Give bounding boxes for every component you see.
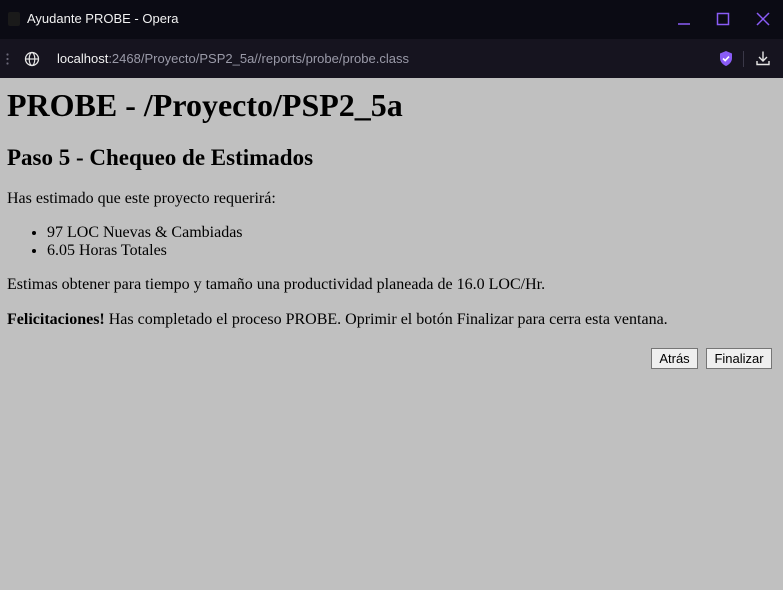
close-icon [756, 12, 770, 26]
congrats-heading: Felicitaciones! [7, 311, 105, 328]
page-title: PROBE - /Proyecto/PSP2_5a [7, 87, 403, 123]
productivity-text: Estimas obtener para tiempo y tamaño una… [7, 276, 546, 293]
maximize-button[interactable] [708, 6, 738, 32]
step-title: Paso 5 - Chequeo de Estimados [7, 145, 314, 170]
window-title: Ayudante PROBE - Opera [27, 11, 179, 26]
toolbar-divider [743, 51, 744, 67]
url-host: localhost [57, 51, 109, 66]
browser-window: Ayudante PROBE - Opera localhost:2468/Pr… [0, 0, 783, 590]
app-icon [8, 12, 20, 26]
globe-icon[interactable] [24, 51, 40, 67]
url-path: :2468/Proyecto/PSP2_5a//reports/probe/pr… [108, 51, 409, 66]
address-bar: localhost:2468/Proyecto/PSP2_5a//reports… [0, 39, 783, 78]
list-item: 97 LOC Nuevas & Cambiadas [47, 224, 243, 242]
maximize-icon [716, 12, 730, 26]
estimates-list: 97 LOC Nuevas & Cambiadas 6.05 Horas Tot… [7, 224, 243, 260]
congrats-text: Has completado el proceso PROBE. Oprimir… [104, 311, 668, 328]
list-item: 6.05 Horas Totales [47, 242, 243, 260]
minimize-button[interactable] [669, 6, 699, 32]
title-bar[interactable]: Ayudante PROBE - Opera [0, 0, 783, 39]
close-button[interactable] [748, 6, 778, 32]
minimize-icon [678, 23, 690, 25]
drag-handle-icon[interactable] [6, 53, 9, 65]
congrats-paragraph: Felicitaciones! Has completado el proces… [7, 311, 668, 329]
url-field[interactable]: localhost:2468/Proyecto/PSP2_5a//reports… [57, 51, 409, 66]
back-button[interactable]: Atrás [651, 348, 698, 369]
download-icon[interactable] [755, 50, 771, 66]
intro-text: Has estimado que este proyecto requerirá… [7, 190, 276, 207]
finish-button[interactable]: Finalizar [706, 348, 772, 369]
page-content: PROBE - /Proyecto/PSP2_5a Paso 5 - Chequ… [0, 78, 783, 590]
shield-icon[interactable] [718, 50, 734, 67]
